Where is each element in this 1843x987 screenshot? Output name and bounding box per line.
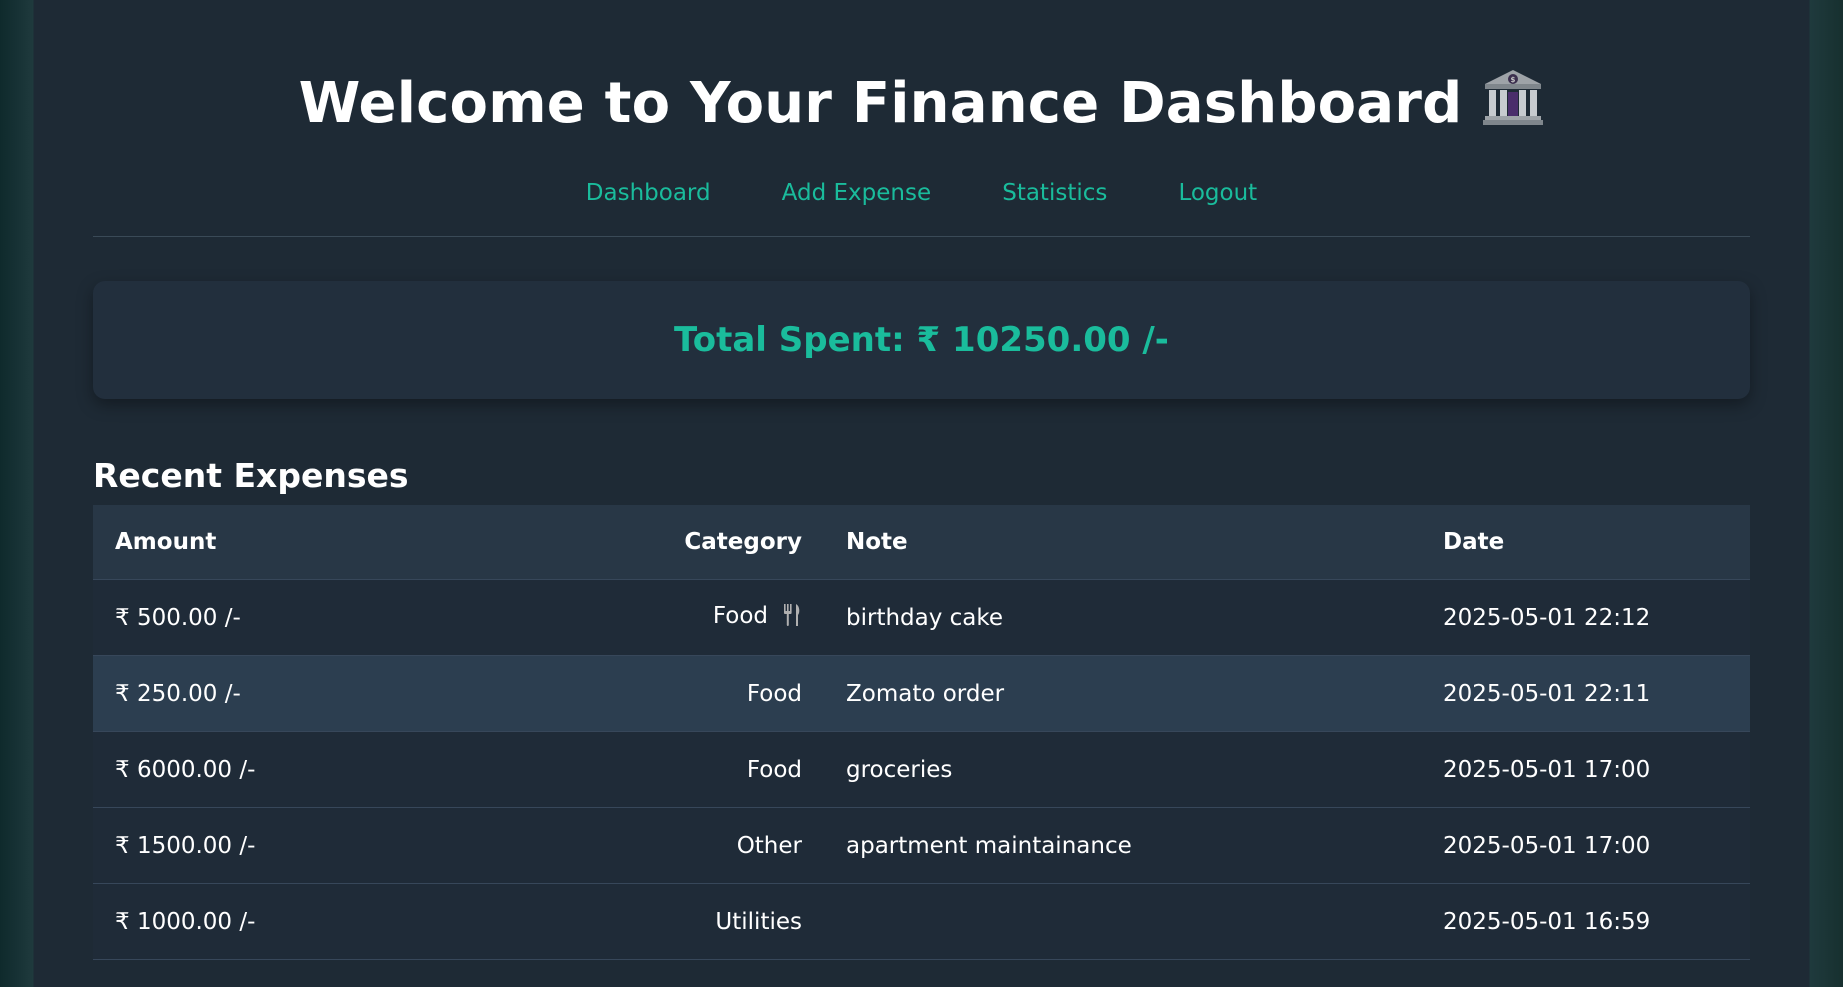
note-cell: apartment maintainance (824, 807, 1421, 884)
total-spent-card: Total Spent: ₹ 10250.00 /- (93, 281, 1750, 399)
category-cell: Food (580, 655, 824, 732)
nav-add-expense-link[interactable]: Add Expense (782, 178, 931, 208)
amount-cell: ₹ 500.00 /- (93, 579, 580, 656)
date-cell: 2025-05-01 22:12 (1421, 579, 1750, 656)
note-cell: groceries (824, 731, 1421, 808)
date-cell: 2025-05-01 17:00 (1421, 731, 1750, 808)
amount-cell: ₹ 6000.00 /- (93, 731, 580, 808)
table-row: ₹ 1000.00 /- Utilities 2025-05-01 16:59 (93, 883, 1750, 960)
column-header-date: Date (1421, 505, 1750, 580)
category-cell: Other (580, 807, 824, 884)
category-cell: Utilities (580, 883, 824, 960)
dashboard-container: Welcome to Your Finance Dashboard $ Dash… (34, 0, 1809, 987)
recent-expenses-title: Recent Expenses (93, 456, 409, 495)
fork-knife-icon (782, 603, 802, 633)
note-cell: Zomato order (824, 655, 1421, 732)
amount-cell: ₹ 1000.00 /- (93, 883, 580, 960)
category-cell: Food (580, 579, 824, 656)
category-label: Food (712, 602, 768, 629)
total-spent-text: Total Spent: ₹ 10250.00 /- (674, 320, 1169, 360)
column-header-note: Note (824, 505, 1421, 580)
amount-cell: ₹ 250.00 /- (93, 655, 580, 732)
table-row: ₹ 250.00 /- Food Zomato order 2025-05-01… (93, 655, 1750, 732)
note-cell: birthday cake (824, 579, 1421, 656)
date-cell: 2025-05-01 17:00 (1421, 807, 1750, 884)
nav-dashboard-link[interactable]: Dashboard (586, 178, 711, 208)
table-row: ₹ 6000.00 /- Food groceries 2025-05-01 1… (93, 731, 1750, 808)
date-cell: 2025-05-01 22:11 (1421, 655, 1750, 732)
table-header-row: Amount Category Note Date (93, 505, 1750, 580)
page-title: Welcome to Your Finance Dashboard $ (93, 0, 1750, 146)
table-row: ₹ 500.00 /- Food birthday cake 2025-05-0… (93, 579, 1750, 656)
amount-cell: ₹ 1500.00 /- (93, 807, 580, 884)
bank-icon: $ (1482, 68, 1544, 146)
page-title-text: Welcome to Your Finance Dashboard (298, 71, 1463, 136)
table-row: ₹ 1500.00 /- Other apartment maintainanc… (93, 807, 1750, 884)
nav-statistics-link[interactable]: Statistics (1002, 178, 1107, 208)
column-header-category: Category (580, 505, 824, 580)
category-cell: Food (580, 731, 824, 808)
svg-text:$: $ (1511, 76, 1516, 84)
note-cell (824, 883, 1421, 960)
nav-logout-link[interactable]: Logout (1178, 178, 1257, 208)
expenses-table: Amount Category Note Date ₹ 500.00 /- Fo… (93, 505, 1750, 960)
date-cell: 2025-05-01 16:59 (1421, 883, 1750, 960)
main-nav: Dashboard Add Expense Statistics Logout (93, 178, 1750, 237)
column-header-amount: Amount (93, 505, 580, 580)
